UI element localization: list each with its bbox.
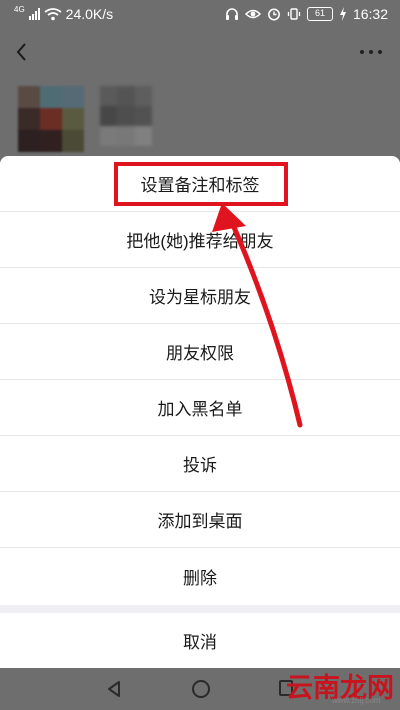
wifi-icon [44,8,62,21]
home-circle-icon[interactable] [191,679,211,699]
menu-item-report[interactable]: 投诉 [0,436,400,492]
contact-name-blurred [100,86,152,146]
menu-item-friend-permissions[interactable]: 朋友权限 [0,324,400,380]
status-right: 61 16:32 [225,6,388,22]
menu-item-add-to-blacklist[interactable]: 加入黑名单 [0,380,400,436]
eye-icon [244,9,261,19]
sheet-divider [0,605,400,613]
menu-item-add-to-desktop[interactable]: 添加到桌面 [0,492,400,548]
watermark: 云南龙网 www.zhij.com [286,666,396,706]
highlight-box [114,162,288,206]
network-type: 4G [14,5,25,14]
more-horizontal-icon[interactable] [360,48,382,56]
menu-item-delete[interactable]: 删除 [0,548,400,604]
alarm-icon [268,8,280,21]
watermark-url: www.zhij.com [332,696,381,705]
cancel-button[interactable]: 取消 [0,613,400,668]
vibrate-icon [287,8,301,20]
headphones-icon [225,8,238,20]
clock-time: 16:32 [352,6,388,22]
menu-item-star-friend[interactable]: 设为星标朋友 [0,268,400,324]
menu-item-recommend-to-friend[interactable]: 把他(她)推荐给朋友 [0,212,400,268]
battery-icon: 61 [306,7,333,21]
chevron-left-icon[interactable] [10,38,34,66]
network-speed: 24.0K/s [65,6,114,22]
back-triangle-icon[interactable] [104,679,124,699]
status-left: 4G 24.0K/s [14,5,114,23]
avatar [18,86,84,152]
status-bar: 4G 24.0K/s 61 16:32 [0,0,400,30]
action-sheet: 设置备注和标签 把他(她)推荐给朋友 设为星标朋友 朋友权限 加入黑名单 投诉 … [0,156,400,668]
charging-icon [339,7,346,21]
signal-icon [28,8,40,20]
chat-profile-header [0,30,400,76]
